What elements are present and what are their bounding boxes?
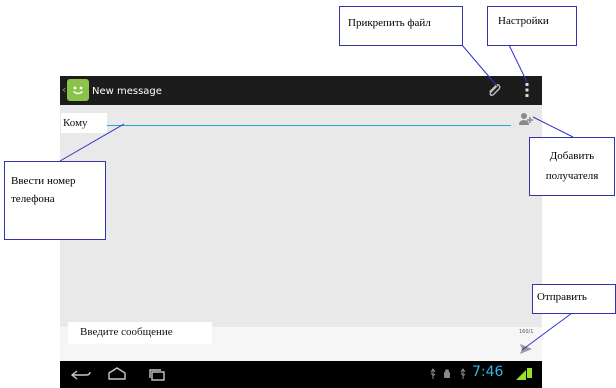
callout-enter-phone-line1: Ввести номер bbox=[11, 175, 76, 187]
callout-enter-phone-line2: телефона bbox=[11, 193, 55, 205]
callout-add-recipient-line2: получателя bbox=[545, 170, 599, 182]
callout-add-recipient-line1: Добавить bbox=[549, 150, 595, 162]
callout-settings-text: Настройки bbox=[498, 15, 549, 27]
callout-enter-phone: Ввести номер телефона bbox=[4, 161, 106, 240]
callout-attach-file: Прикрепить файл bbox=[339, 6, 463, 46]
callout-send-text: Отправить bbox=[537, 291, 587, 303]
callout-attach-file-text: Прикрепить файл bbox=[348, 17, 431, 29]
callout-send: Отправить bbox=[532, 284, 616, 314]
callout-settings: Настройки bbox=[487, 6, 577, 46]
callout-add-recipient: Добавить получателя bbox=[529, 137, 615, 196]
